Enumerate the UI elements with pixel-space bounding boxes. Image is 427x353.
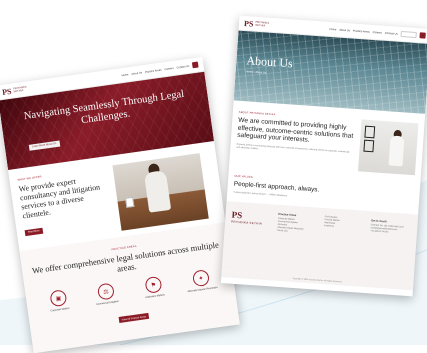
menu-item-home[interactable]: Home (121, 73, 128, 77)
photo-cup (125, 196, 135, 208)
about-hero-banner: About Us Home > About Us (233, 30, 427, 114)
about-page-mockup: PS PRIYANKA SETHIA Home About Us Practic… (220, 15, 427, 297)
menu-item-contact[interactable]: Contact Us (385, 31, 398, 35)
advocate-photo (112, 153, 209, 231)
footer-practice-col: Practice Areas Corporate Matters Commerc… (275, 213, 319, 270)
practice-area-label: Commercial Litigation (95, 299, 120, 306)
menu-item-practice[interactable]: Practice Areas (145, 68, 162, 73)
hamburger-icon: ≡ (194, 63, 197, 67)
about-title: We are committed to providing highly eff… (236, 116, 354, 144)
site-footer: PS PRIYANKA SETHIA Practice Areas Corpor… (221, 201, 419, 285)
menu-toggle-button[interactable]: ≡ (419, 32, 426, 39)
gavel-icon: ⚖ (96, 282, 115, 301)
logo-text-2: SETHIA (13, 89, 24, 94)
practice-area-item[interactable]: ▣ Corporate Matters (38, 288, 79, 314)
menu-item-home[interactable]: Home (329, 27, 336, 30)
briefcase-icon: ▣ (49, 289, 68, 308)
hamburger-icon: ≡ (421, 33, 424, 37)
wall-frame (363, 139, 374, 153)
main-menu: Home About Us Practice Areas Careers Con… (329, 26, 426, 39)
practice-area-item[interactable]: ⚖ Commercial Litigation (86, 281, 127, 307)
menu-toggle-button[interactable]: ≡ (191, 61, 199, 69)
practice-area-item[interactable]: ⚑ Arbitration Matters (134, 274, 175, 300)
practice-area-label: Corporate Matters (50, 306, 70, 313)
menu-item-careers[interactable]: Careers (373, 30, 382, 34)
site-logo[interactable]: PS PRIYANKA SETHIA (244, 18, 270, 29)
practice-area-item[interactable]: ✦ Alternate Dispute Resolution (181, 268, 222, 294)
logo-mark: PS (243, 18, 254, 29)
menu-item-contact[interactable]: Contact Us (176, 64, 189, 69)
scale-icon: ⚑ (144, 275, 163, 294)
practice-area-label: Alternate Dispute Resolution (187, 285, 218, 294)
footer-more-col: Civil Disputes Criminal Matters Real Est… (321, 216, 365, 273)
photo-person (143, 170, 172, 213)
view-all-areas-button[interactable]: View All Practice Areas (118, 312, 150, 323)
about-intro-section: ABOUT PRIYANKA SETHIA We are committed t… (229, 100, 426, 185)
menu-item-about[interactable]: About Us (131, 71, 142, 75)
footer-brand: PS PRIYANKA SETHIA (228, 210, 272, 267)
site-logo[interactable]: PS PRIYANKA SETHIA (1, 84, 28, 97)
menu-item-about[interactable]: About Us (339, 28, 350, 32)
photo-person (388, 135, 405, 167)
search-input[interactable] (400, 30, 417, 39)
logo-mark: PS (1, 86, 13, 97)
footer-contact-col: Get In Touch Chamber No. 123, Delhi High… (367, 219, 411, 276)
handshake-icon: ✦ (191, 269, 211, 288)
advocate-photo (357, 119, 419, 176)
read-more-button[interactable]: Read More (24, 227, 44, 236)
menu-item-careers[interactable]: Careers (164, 66, 174, 70)
practice-area-label: Arbitration Matters (145, 293, 165, 300)
home-page-mockup: PS PRIYANKA SETHIA Home About Us Practic… (0, 56, 240, 353)
menu-item-practice[interactable]: Practice Areas (353, 29, 370, 33)
wall-frame (364, 125, 375, 139)
